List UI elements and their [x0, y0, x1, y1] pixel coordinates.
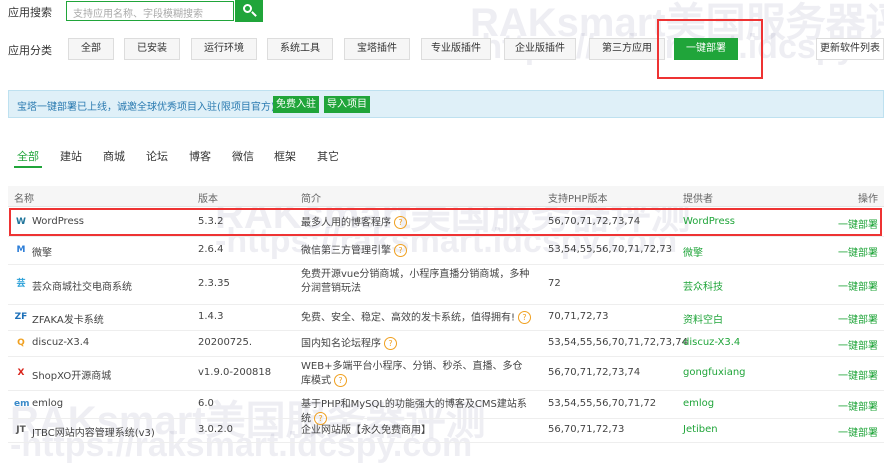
help-icon[interactable]: ?	[334, 374, 347, 387]
tab-2[interactable]: 商城	[103, 148, 125, 164]
tab-3[interactable]: 论坛	[146, 148, 168, 164]
zfaka-icon: ZF	[14, 312, 28, 322]
table-row: X ShopXO开源商城 v1.9.0-200818 WEB+多端平台小程序、分销、秒…	[8, 356, 884, 391]
category-label: 应用分类	[8, 44, 52, 57]
help-icon[interactable]: ?	[394, 244, 407, 257]
tab-4[interactable]: 博客	[189, 148, 211, 164]
app-desc: 企业网站版【永久免费商用】	[301, 425, 431, 436]
deploy-button[interactable]: 一键部署	[838, 278, 878, 293]
deploy-button[interactable]: 一键部署	[838, 398, 878, 413]
app-version: 20200725.	[198, 337, 253, 348]
tab-1[interactable]: 建站	[60, 148, 82, 164]
category-0[interactable]: 全部	[68, 38, 114, 60]
discuz-icon: Q	[17, 338, 25, 348]
import-project-button[interactable]: 导入项目	[324, 96, 370, 113]
header-version: 版本	[198, 194, 218, 205]
search-label: 应用搜索	[8, 6, 52, 19]
app-desc: WEB+多端平台小程序、分销、秒杀、直播、多仓库模式?	[301, 361, 523, 387]
app-desc: 免费开源vue分销商城，小程序直播分销商城，多种分润营销玩法	[301, 269, 530, 294]
deploy-button[interactable]: 一键部署	[838, 424, 878, 439]
app-desc: 免费、安全、稳定、高效的发卡系统，值得拥有!?	[301, 311, 532, 326]
app-php-versions: 56,70,71,72,73	[548, 424, 625, 435]
app-version: 1.4.3	[198, 311, 224, 322]
highlight-wordpress-row	[9, 208, 882, 236]
tab-7[interactable]: 其它	[317, 148, 339, 164]
category-1[interactable]: 已安装	[124, 38, 180, 60]
app-php-versions: 56,70,71,72,73,74	[548, 367, 641, 378]
tab-5[interactable]: 微信	[232, 148, 254, 164]
app-version: 2.3.35	[198, 278, 230, 289]
table-row: M 微擎 2.6.4 微信第三方管理引擎? 53,54,55,56,70,71,72,7…	[8, 236, 884, 265]
deploy-button[interactable]: 一键部署	[838, 337, 878, 352]
help-icon[interactable]: ?	[384, 337, 397, 350]
category-tabs: 全部 建站 商城 论坛 博客 微信 框架 其它	[0, 144, 884, 170]
table-row: Qdiscuz-X3.4 20200725. 国内知名论坛程序? 53,54,55,5…	[8, 330, 884, 357]
app-provider: discuz-X3.4	[683, 337, 741, 348]
header-op: 操作	[858, 194, 878, 205]
banner-text: 宝塔一键部署已上线，诚邀全球优秀项目入驻(限项目官方)	[17, 102, 275, 113]
deploy-banner: 宝塔一键部署已上线，诚邀全球优秀项目入驻(限项目官方) 免费入驻 导入项目	[8, 90, 884, 118]
shopxo-icon: X	[17, 368, 25, 378]
tab-0[interactable]: 全部	[17, 148, 39, 164]
app-version: 6.0	[198, 398, 214, 409]
app-php-versions: 70,71,72,73	[548, 311, 609, 322]
app-version: v1.9.0-200818	[198, 367, 272, 378]
app-php-versions: 53,54,55,56,70,71,72,73,74	[548, 337, 688, 348]
jtbc-icon: JT	[16, 425, 26, 435]
app-provider: 芸众科技	[683, 282, 723, 293]
app-name: emlog	[32, 398, 64, 409]
search-button[interactable]	[235, 0, 263, 22]
app-provider: Jetiben	[683, 424, 718, 435]
highlight-one-click-deploy	[657, 19, 763, 79]
app-provider: emlog	[683, 398, 715, 409]
app-php-versions: 53,54,55,56,70,71,72	[548, 398, 657, 409]
search-input[interactable]: 支持应用名称、字段模糊搜索	[66, 1, 234, 21]
category-6[interactable]: 企业版插件	[504, 38, 576, 60]
emlog-icon: em	[14, 399, 30, 409]
header-name: 名称	[14, 194, 34, 205]
deploy-button[interactable]: 一键部署	[838, 367, 878, 382]
header-provider: 提供者	[683, 194, 713, 205]
app-name: ZFAKA发卡系统	[32, 315, 104, 326]
app-provider: 微擎	[683, 248, 703, 259]
weengine-icon: M	[16, 245, 26, 255]
header-desc: 简介	[301, 194, 321, 205]
app-version: 2.6.4	[198, 244, 224, 255]
help-icon[interactable]: ?	[518, 311, 532, 324]
tab-6[interactable]: 框架	[274, 148, 296, 164]
app-name: discuz-X3.4	[32, 337, 90, 348]
table-row: 芸芸众商城社交电商系统 2.3.35 免费开源vue分销商城，小程序直播分销商城，多…	[8, 264, 884, 305]
app-name: 芸众商城社交电商系统	[32, 282, 132, 293]
table-row: ZF ZFAKA发卡系统 1.4.3 免费、安全、稳定、高效的发卡系统，值得拥有!? 7…	[8, 304, 884, 331]
yunzhong-icon: 芸	[16, 279, 26, 289]
active-tab-underline	[14, 166, 42, 168]
category-2[interactable]: 运行环境	[191, 38, 257, 60]
app-provider: 资料空白	[683, 315, 723, 326]
app-php-versions: 53,54,55,56,70,71,72,73	[548, 244, 673, 255]
category-4[interactable]: 宝塔插件	[344, 38, 410, 60]
app-name: 微擎	[32, 248, 52, 259]
app-name: ShopXO开源商城	[32, 371, 112, 382]
app-desc: 国内知名论坛程序?	[301, 337, 531, 352]
table-row: em emlog 6.0 基于PHP和MySQL的功能强大的博客及CMS建站系统? 53…	[8, 390, 884, 425]
category-7[interactable]: 第三方应用	[589, 38, 665, 60]
app-version: 3.0.2.0	[198, 424, 233, 435]
category-3[interactable]: 系统工具	[267, 38, 333, 60]
category-5[interactable]: 专业版插件	[421, 38, 491, 60]
app-php-versions: 72	[548, 278, 561, 289]
refresh-list-button[interactable]: 更新软件列表	[816, 38, 884, 60]
deploy-button[interactable]: 一键部署	[838, 311, 878, 326]
app-provider: gongfuxiang	[683, 367, 746, 378]
header-php: 支持PHP版本	[548, 194, 608, 205]
app-name: JTBC网站内容管理系统(v3)	[32, 428, 155, 439]
deploy-button[interactable]: 一键部署	[838, 244, 878, 259]
table-header: 名称 版本 简介 支持PHP版本 提供者 操作	[8, 186, 884, 207]
free-settle-button[interactable]: 免费入驻	[273, 96, 319, 113]
app-desc: 微信第三方管理引擎?	[301, 244, 531, 259]
table-row: JT JTBC网站内容管理系统(v3) 3.0.2.0 企业网站版【永久免费商用】 56…	[8, 418, 884, 443]
